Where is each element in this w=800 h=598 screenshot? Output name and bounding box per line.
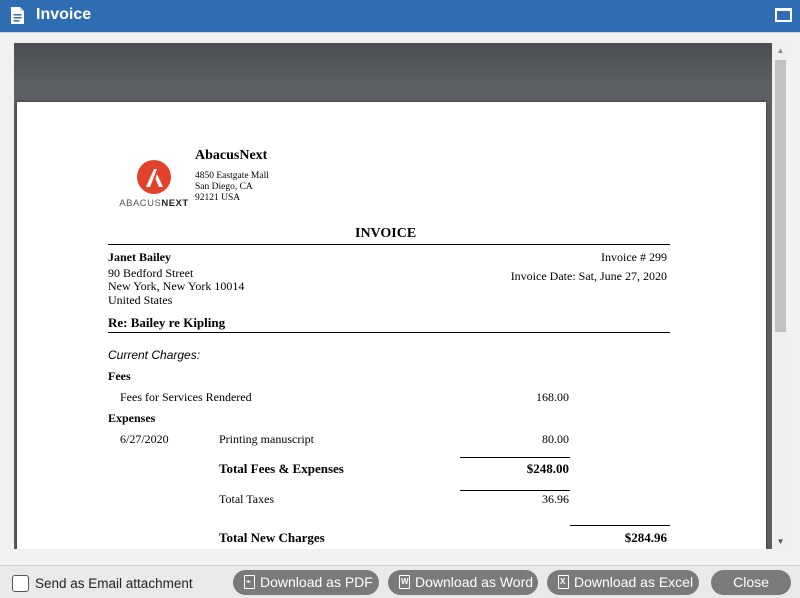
firm-address-line2: San Diego, CA — [195, 182, 253, 192]
fees-line-amount: 168.00 — [536, 390, 569, 404]
grand-total-rule — [570, 525, 670, 526]
word-file-icon: W — [399, 575, 410, 589]
fees-line-label: Fees for Services Rendered — [120, 390, 252, 404]
total-new-charges-amount: $284.96 — [624, 530, 667, 545]
download-excel-button[interactable]: X Download as Excel — [547, 570, 699, 595]
fees-heading: Fees — [108, 369, 131, 383]
header-divider — [108, 244, 670, 245]
download-word-button[interactable]: W Download as Word — [388, 570, 538, 595]
document-icon — [11, 7, 24, 24]
logo-wordmark: ABACUSNEXT — [119, 198, 189, 209]
document-viewer[interactable]: ABACUSNEXT AbacusNext 4850 Eastgate Mall… — [14, 43, 772, 549]
scrollbar-thumb[interactable] — [775, 60, 786, 332]
email-attachment-checkbox[interactable] — [12, 575, 29, 592]
excel-file-icon: X — [558, 575, 569, 589]
subtotal-rule — [460, 457, 570, 458]
window-titlebar: Invoice — [0, 0, 800, 32]
expense-amount: 80.00 — [542, 432, 569, 446]
matter-reference: Re: Bailey re Kipling — [108, 315, 226, 330]
total-fees-expenses-label: Total Fees & Expenses — [219, 461, 344, 476]
firm-address-line3: 92121 USA — [195, 193, 241, 203]
maximize-icon[interactable] — [775, 8, 792, 22]
email-attachment-label[interactable]: Send as Email attachment — [35, 576, 193, 591]
download-pdf-button[interactable]: ⌁ Download as PDF — [233, 570, 379, 595]
window-title: Invoice — [36, 6, 92, 23]
total-new-charges-label: Total New Charges — [219, 530, 325, 545]
current-charges-label: Current Charges: — [108, 348, 201, 362]
firm-logo: ABACUSNEXT — [109, 160, 199, 214]
expenses-heading: Expenses — [108, 411, 156, 425]
scroll-down-icon[interactable]: ▼ — [773, 534, 788, 549]
firm-name: AbacusNext — [195, 148, 268, 163]
close-button[interactable]: Close — [711, 570, 791, 595]
viewer-toolbar-area — [14, 43, 772, 83]
expense-date: 6/27/2020 — [120, 432, 169, 446]
client-country: United States — [108, 293, 173, 307]
matter-divider — [108, 332, 670, 333]
client-city: New York, New York 10014 — [108, 279, 245, 293]
total-taxes-amount: 36.96 — [542, 492, 569, 506]
invoice-number: Invoice # 299 — [601, 250, 667, 264]
invoice-date: Invoice Date: Sat, June 27, 2020 — [510, 269, 667, 283]
client-name: Janet Bailey — [108, 250, 171, 264]
viewer-scrollbar[interactable]: ▲ ▼ — [773, 43, 788, 549]
abacus-logo-mark — [137, 160, 171, 194]
total-taxes-label: Total Taxes — [219, 492, 275, 506]
total-fees-expenses-amount: $248.00 — [526, 461, 569, 476]
scroll-up-icon[interactable]: ▲ — [773, 43, 788, 58]
invoice-heading: INVOICE — [355, 226, 417, 241]
pdf-file-icon: ⌁ — [244, 575, 255, 589]
firm-address-line1: 4850 Eastgate Mall — [195, 171, 269, 181]
expense-label: Printing manuscript — [219, 432, 314, 446]
dialog-footer: Send as Email attachment ⌁ Download as P… — [0, 565, 800, 598]
taxes-rule — [460, 490, 570, 491]
invoice-page: ABACUSNEXT AbacusNext 4850 Eastgate Mall… — [17, 102, 766, 549]
